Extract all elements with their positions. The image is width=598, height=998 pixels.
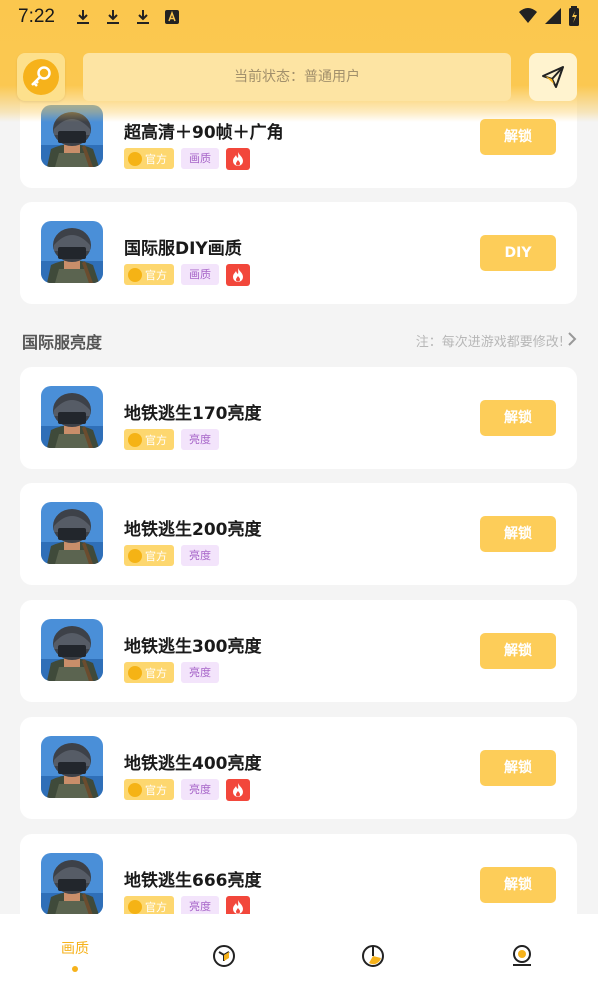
content-list: 超高清＋90帧＋广角 官方 画质 解锁 国际服DIY画质 官方 画质 DIY 国…	[0, 0, 598, 914]
fire-icon	[226, 148, 250, 170]
tag-label: 官方	[145, 666, 167, 680]
nav-tab-cube[interactable]	[174, 914, 274, 998]
fire-icon	[226, 264, 250, 286]
tag-category: 亮度	[181, 779, 219, 800]
chevron-right-icon[interactable]	[566, 331, 578, 347]
list-item[interactable]: 地铁逃生300亮度 官方 亮度 解锁	[20, 600, 577, 702]
list-item[interactable]: 地铁逃生400亮度 官方 亮度 解锁	[20, 717, 577, 819]
nav-tab-label: 画质	[61, 941, 89, 957]
list-item[interactable]: 地铁逃生170亮度 官方 亮度 解锁	[20, 367, 577, 469]
fire-icon	[226, 896, 250, 914]
section-title: 国际服亮度	[22, 333, 103, 352]
nav-tab-quality[interactable]: 画质	[25, 914, 125, 998]
game-thumbnail	[41, 221, 103, 283]
tag-category: 画质	[181, 148, 219, 169]
coin-icon	[128, 782, 142, 797]
coin-icon	[128, 665, 142, 680]
coin-icon	[128, 899, 142, 914]
download-icon	[107, 10, 119, 24]
download-icon	[77, 10, 89, 24]
bottom-nav: 画质	[0, 914, 598, 998]
signal-icon	[545, 8, 561, 24]
battery-icon	[569, 6, 579, 26]
tag-official: 官方	[124, 429, 174, 450]
download-icon	[137, 10, 149, 24]
tag-label: 官方	[145, 900, 167, 914]
game-thumbnail	[41, 386, 103, 448]
tag-official: 官方	[124, 264, 174, 285]
game-thumbnail	[41, 736, 103, 798]
font-notification-icon	[165, 10, 179, 24]
app-logo-button[interactable]	[17, 53, 65, 101]
coin-icon	[128, 151, 142, 166]
tag-category: 亮度	[181, 896, 219, 914]
active-indicator	[72, 966, 78, 972]
list-item[interactable]: 国际服DIY画质 官方 画质 DIY	[20, 202, 577, 304]
status-bar: 7:22	[0, 0, 598, 34]
game-thumbnail	[41, 853, 103, 914]
coin-icon	[128, 548, 142, 563]
tag-official: 官方	[124, 662, 174, 683]
tag-group: 官方 亮度	[124, 429, 219, 450]
status-indicators	[518, 6, 580, 26]
tag-group: 官方 亮度	[124, 545, 219, 566]
tag-official: 官方	[124, 545, 174, 566]
pie-chart-icon	[362, 945, 384, 967]
card-title: 地铁逃生300亮度	[124, 637, 262, 657]
diy-button[interactable]: DIY	[480, 235, 556, 271]
list-item[interactable]: 地铁逃生200亮度 官方 亮度 解锁	[20, 483, 577, 585]
send-button[interactable]	[529, 53, 577, 101]
tag-label: 官方	[145, 433, 167, 447]
profile-icon	[513, 945, 531, 966]
list-item[interactable]: 地铁逃生666亮度 官方 亮度 解锁	[20, 834, 577, 914]
key-icon	[23, 59, 59, 95]
tag-label: 官方	[145, 268, 167, 282]
tag-group: 官方 亮度	[124, 662, 219, 683]
card-title: 地铁逃生400亮度	[124, 754, 262, 774]
cube-icon	[213, 945, 235, 967]
nav-tab-stats[interactable]	[323, 914, 423, 998]
card-title: 地铁逃生170亮度	[124, 404, 262, 424]
section-header: 国际服亮度 注：每次进游戏都要修改!	[22, 329, 578, 352]
nav-tab-profile[interactable]	[472, 914, 572, 998]
tag-label: 官方	[145, 152, 167, 166]
top-bar: 当前状态：普通用户	[0, 52, 598, 102]
user-status: 当前状态：普通用户	[83, 53, 511, 101]
coin-icon	[128, 267, 142, 282]
unlock-button[interactable]: 解锁	[480, 867, 556, 903]
unlock-button[interactable]: 解锁	[480, 750, 556, 786]
tag-category: 亮度	[181, 429, 219, 450]
unlock-button[interactable]: 解锁	[480, 633, 556, 669]
card-title: 国际服DIY画质	[124, 239, 242, 259]
tag-category: 亮度	[181, 662, 219, 683]
wifi-icon	[519, 8, 537, 23]
tag-group: 官方 画质	[124, 148, 250, 170]
section-note[interactable]: 注：每次进游戏都要修改!	[416, 331, 564, 350]
card-title: 地铁逃生200亮度	[124, 520, 262, 540]
unlock-button[interactable]: 解锁	[480, 400, 556, 436]
tag-category: 画质	[181, 264, 219, 285]
tag-group: 官方 画质	[124, 264, 250, 286]
status-time: 7:22	[18, 6, 55, 27]
tag-group: 官方 亮度	[124, 779, 250, 801]
tag-group: 官方 亮度	[124, 896, 250, 914]
unlock-button[interactable]: 解锁	[480, 516, 556, 552]
unlock-button[interactable]: 解锁	[480, 119, 556, 155]
fire-icon	[226, 779, 250, 801]
tag-category: 亮度	[181, 545, 219, 566]
tag-official: 官方	[124, 779, 174, 800]
tag-official: 官方	[124, 148, 174, 169]
tag-label: 官方	[145, 783, 167, 797]
coin-icon	[128, 432, 142, 447]
game-thumbnail	[41, 502, 103, 564]
header: 7:22 当前状态：普通用户	[0, 0, 598, 122]
card-title: 地铁逃生666亮度	[124, 871, 262, 891]
tag-label: 官方	[145, 549, 167, 563]
tag-official: 官方	[124, 896, 174, 914]
paper-plane-icon	[542, 66, 564, 88]
game-thumbnail	[41, 619, 103, 681]
